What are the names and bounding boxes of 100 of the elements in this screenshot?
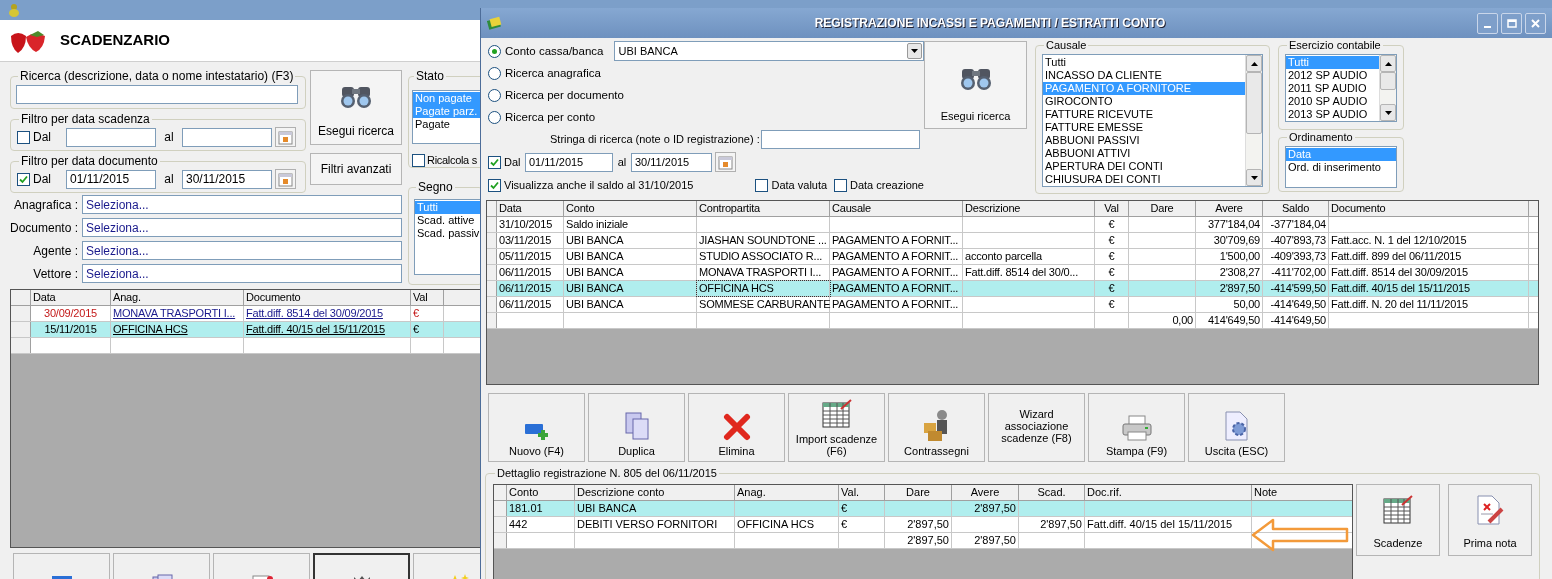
- list-item[interactable]: INCASSO DA CLIENTE: [1043, 69, 1245, 82]
- calendar-button[interactable]: [275, 169, 296, 189]
- input-field[interactable]: [182, 127, 272, 147]
- column-header[interactable]: Conto: [564, 201, 697, 216]
- list-item[interactable]: Scad. attive: [415, 214, 480, 227]
- scroll-up-button[interactable]: [1380, 55, 1396, 72]
- input-field[interactable]: 01/11/2015: [66, 169, 156, 189]
- scroll-down-button[interactable]: [1246, 169, 1262, 186]
- checkbox[interactable]: [17, 172, 30, 186]
- list-item[interactable]: GIROCONTO: [1043, 95, 1245, 108]
- column-header[interactable]: Descrizione: [963, 201, 1095, 216]
- calendar-button[interactable]: [715, 152, 736, 172]
- toolbar-button[interactable]: Contrassegni: [888, 393, 985, 462]
- list-item[interactable]: 2011 SP AUDIO: [1286, 82, 1379, 95]
- checkbox[interactable]: [412, 153, 425, 167]
- list-item[interactable]: Pagate: [413, 118, 480, 131]
- input-field[interactable]: [66, 127, 156, 147]
- input-field[interactable]: [16, 85, 298, 104]
- toolbar-button[interactable]: Uscita (ESC): [1188, 393, 1285, 462]
- column-header[interactable]: Anag.: [111, 290, 244, 305]
- minimize-button[interactable]: [1477, 12, 1498, 34]
- table-row[interactable]: 06/11/2015 UBI BANCA OFFICINA HCS PAGAMENTO A FORNIT... € 2'897,50 -414'599,50 Fatt.diff. 40/15 del 15/11/2015: [487, 281, 1538, 297]
- radio-button[interactable]: [488, 66, 501, 80]
- list-item[interactable]: 2013 SP AUDIO: [1286, 108, 1379, 121]
- radio-button[interactable]: [488, 88, 501, 102]
- table-row[interactable]: 03/11/2015 UBI BANCA JIASHAN SOUNDTONE ... PAGAMENTO A FORNIT... € 30'709,69 -407'893,73 Fatt.acc. N. 1 del 12/10/2015: [487, 233, 1538, 249]
- input-field[interactable]: 30/11/2015: [182, 169, 272, 189]
- input-field[interactable]: Seleziona...: [82, 195, 402, 214]
- column-header[interactable]: Saldo: [1263, 201, 1329, 216]
- table-row[interactable]: 05/11/2015 UBI BANCA STUDIO ASSOCIATO R... PAGAMENTO A FORNIT... acconto parcella € 1'500,00 -409'393,73 Fatt.diff. 899 del 06/11/2015: [487, 249, 1538, 265]
- input-field[interactable]: [761, 129, 920, 149]
- column-header[interactable]: Dare: [1129, 201, 1196, 216]
- list-item[interactable]: 2012 SP AUDIO: [1286, 69, 1379, 82]
- column-header[interactable]: Descrizione conto: [575, 485, 735, 500]
- checkbox[interactable]: [755, 178, 769, 192]
- column-header[interactable]: Contropartita: [697, 201, 830, 216]
- scroll-thumb[interactable]: [1380, 72, 1396, 90]
- checkbox[interactable]: [17, 130, 30, 144]
- table-row[interactable]: 0,00 414'649,50 -414'649,50: [487, 313, 1538, 329]
- table-row[interactable]: 181.01 UBI BANCA € 2'897,50: [494, 501, 1352, 517]
- table-row[interactable]: 442 DEBITI VERSO FORNITORI OFFICINA HCS € 2'897,50 2'897,50 Fatt.diff. 40/15 del 15/11/2015: [494, 517, 1352, 533]
- side-button[interactable]: Scadenze: [1356, 484, 1440, 556]
- column-header[interactable]: Val.: [839, 485, 885, 500]
- table-row[interactable]: 31/10/2015 Saldo iniziale € 377'184,04 -377'184,04: [487, 217, 1538, 233]
- checkbox[interactable]: [488, 155, 501, 169]
- toolbar-button[interactable]: Duplica: [588, 393, 685, 462]
- column-header[interactable]: Data: [31, 290, 111, 305]
- column-header[interactable]: Val: [1095, 201, 1129, 216]
- list-item[interactable]: Ord. di inserimento: [1286, 161, 1396, 174]
- table-row[interactable]: 15/11/2015 OFFICINA HCS Fatt.diff. 40/15 del 15/11/2015 €: [11, 322, 480, 338]
- column-header[interactable]: Val: [411, 290, 444, 305]
- input-field[interactable]: Seleziona...: [82, 218, 402, 237]
- column-header[interactable]: Note: [1252, 485, 1352, 500]
- list-item[interactable]: FATTURE EMESSE: [1043, 121, 1245, 134]
- list-item[interactable]: CHIUSURA DEI CONTI: [1043, 173, 1245, 186]
- checkbox[interactable]: [834, 178, 847, 192]
- column-header[interactable]: Avere: [952, 485, 1019, 500]
- input-field[interactable]: Seleziona...: [82, 264, 402, 283]
- calendar-button[interactable]: [275, 127, 296, 147]
- column-header[interactable]: Documento: [1329, 201, 1529, 216]
- toolbar-button[interactable]: Wizard associazione scadenze (F8): [988, 393, 1085, 462]
- column-header[interactable]: Doc.rif.: [1085, 485, 1252, 500]
- account-dropdown[interactable]: UBI BANCA: [614, 41, 924, 61]
- column-header[interactable]: Documento: [244, 290, 411, 305]
- column-header[interactable]: Causale: [830, 201, 963, 216]
- table-row[interactable]: 06/11/2015 UBI BANCA SOMMESE CARBURANTE PAGAMENTO A FORNIT... € 50,00 -414'649,50 Fatt.diff. N. 20 del 11/11/2015: [487, 297, 1538, 313]
- maximize-button[interactable]: [1501, 12, 1522, 34]
- toolbar-button[interactable]: Import scadenze (F6): [788, 393, 885, 462]
- list-item[interactable]: Tutti: [1043, 56, 1245, 69]
- input-field[interactable]: Seleziona...: [82, 241, 402, 260]
- toolbar-button[interactable]: Elimina: [688, 393, 785, 462]
- list-item[interactable]: APERTURA DEI CONTI: [1043, 160, 1245, 173]
- column-header[interactable]: Anag.: [735, 485, 839, 500]
- list-item[interactable]: 2010 SP AUDIO: [1286, 95, 1379, 108]
- scrollbar[interactable]: [1379, 55, 1396, 121]
- toolbar-button[interactable]: Nuovo (F4): [488, 393, 585, 462]
- input-field[interactable]: 30/11/2015: [631, 152, 712, 172]
- search-button[interactable]: Esegui ricerca: [924, 41, 1027, 129]
- column-header[interactable]: Scad.: [1019, 485, 1085, 500]
- column-header[interactable]: Dare: [885, 485, 952, 500]
- close-button[interactable]: [1525, 12, 1546, 34]
- advanced-filters-button[interactable]: Filtri avanzati: [310, 153, 402, 185]
- scroll-down-button[interactable]: [1380, 104, 1396, 121]
- search-button[interactable]: Esegui ricerca: [310, 70, 402, 145]
- list-item[interactable]: Scad. passiv: [415, 227, 480, 240]
- list-item[interactable]: FATTURE RICEVUTE: [1043, 108, 1245, 121]
- scroll-thumb[interactable]: [1246, 72, 1262, 134]
- scrollbar[interactable]: [1245, 55, 1262, 186]
- column-header[interactable]: Avere: [1196, 201, 1263, 216]
- toolbar-button[interactable]: Stampa (F9): [1088, 393, 1185, 462]
- list-item[interactable]: ABBUONI PASSIVI: [1043, 134, 1245, 147]
- input-field[interactable]: 01/11/2015: [525, 152, 613, 172]
- scroll-up-button[interactable]: [1246, 55, 1262, 72]
- radio-button[interactable]: [488, 44, 501, 58]
- table-row[interactable]: 2'897,50 2'897,50: [494, 533, 1352, 549]
- table-row[interactable]: 30/09/2015 MONAVA TRASPORTI I... Fatt.diff. 8514 del 30/09/2015 €: [11, 306, 480, 322]
- radio-button[interactable]: [488, 110, 501, 124]
- column-header[interactable]: Data: [497, 201, 564, 216]
- table-row[interactable]: 06/11/2015 UBI BANCA MONAVA TRASPORTI I... PAGAMENTO A FORNIT... Fatt.diff. 8514 del 30/0... € 2'308,27 -411'702,00 Fatt.diff. 8514 del 30/09/2015: [487, 265, 1538, 281]
- column-header[interactable]: Conto: [507, 485, 575, 500]
